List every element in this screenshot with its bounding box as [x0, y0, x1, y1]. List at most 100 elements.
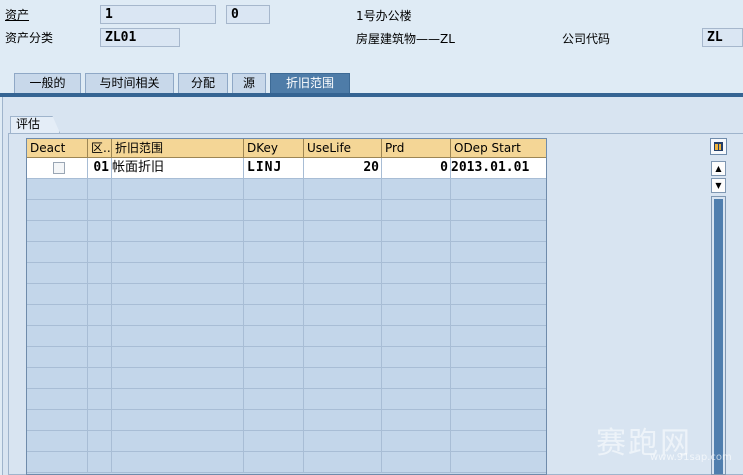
table-cell-empty[interactable] — [244, 179, 304, 200]
tab-depreciation-areas[interactable]: 折旧范围 — [270, 73, 350, 94]
table-cell-empty[interactable] — [244, 263, 304, 284]
table-cell-empty[interactable] — [382, 452, 451, 473]
table-cell-empty[interactable] — [451, 263, 546, 284]
table-cell-empty[interactable] — [304, 221, 382, 242]
table-cell-empty[interactable] — [382, 200, 451, 221]
table-row-empty[interactable] — [27, 347, 546, 368]
table-cell-empty[interactable] — [27, 263, 88, 284]
table-cell-empty[interactable] — [112, 410, 244, 431]
table-cell-empty[interactable] — [88, 326, 112, 347]
table-cell-empty[interactable] — [382, 305, 451, 326]
table-cell-empty[interactable] — [244, 431, 304, 452]
table-cell-empty[interactable] — [88, 179, 112, 200]
table-row[interactable]: 01 帐面折旧 LINJ 20 0 2013.01.01 — [27, 158, 546, 179]
table-cell-empty[interactable] — [382, 389, 451, 410]
table-cell-empty[interactable] — [244, 284, 304, 305]
table-cell-empty[interactable] — [112, 368, 244, 389]
table-cell-empty[interactable] — [244, 410, 304, 431]
table-row-empty[interactable] — [27, 179, 546, 200]
table-cell-empty[interactable] — [304, 347, 382, 368]
table-cell-empty[interactable] — [304, 326, 382, 347]
table-row-empty[interactable] — [27, 242, 546, 263]
table-row-empty[interactable] — [27, 410, 546, 431]
table-cell-empty[interactable] — [451, 410, 546, 431]
table-cell-empty[interactable] — [451, 242, 546, 263]
table-cell-empty[interactable] — [304, 179, 382, 200]
table-row-empty[interactable] — [27, 200, 546, 221]
table-cell-empty[interactable] — [112, 200, 244, 221]
table-cell-empty[interactable] — [244, 389, 304, 410]
table-cell-empty[interactable] — [304, 431, 382, 452]
table-row-empty[interactable] — [27, 221, 546, 242]
table-cell-empty[interactable] — [244, 326, 304, 347]
table-cell-empty[interactable] — [88, 389, 112, 410]
table-cell-empty[interactable] — [451, 284, 546, 305]
table-cell-empty[interactable] — [112, 452, 244, 473]
prd-cell[interactable]: 0 — [382, 158, 451, 179]
table-cell-empty[interactable] — [382, 284, 451, 305]
table-cell-empty[interactable] — [382, 242, 451, 263]
table-cell-empty[interactable] — [244, 305, 304, 326]
table-cell-empty[interactable] — [451, 221, 546, 242]
table-settings-button[interactable] — [710, 138, 727, 155]
vertical-scrollbar[interactable] — [711, 196, 726, 475]
table-cell-empty[interactable] — [244, 200, 304, 221]
table-cell-empty[interactable] — [304, 305, 382, 326]
table-cell-empty[interactable] — [382, 179, 451, 200]
table-cell-empty[interactable] — [112, 326, 244, 347]
table-cell-empty[interactable] — [451, 347, 546, 368]
table-cell-empty[interactable] — [88, 221, 112, 242]
table-cell-empty[interactable] — [451, 200, 546, 221]
table-cell-empty[interactable] — [382, 431, 451, 452]
table-cell-empty[interactable] — [304, 368, 382, 389]
table-cell-empty[interactable] — [382, 368, 451, 389]
column-header-area[interactable]: 区... — [88, 139, 112, 158]
table-cell-empty[interactable] — [244, 368, 304, 389]
table-cell-empty[interactable] — [88, 305, 112, 326]
table-cell-empty[interactable] — [304, 242, 382, 263]
table-cell-empty[interactable] — [27, 221, 88, 242]
table-cell-empty[interactable] — [112, 179, 244, 200]
column-header-prd[interactable]: Prd — [382, 139, 451, 158]
table-cell-empty[interactable] — [88, 242, 112, 263]
table-cell-empty[interactable] — [304, 284, 382, 305]
table-cell-empty[interactable] — [112, 284, 244, 305]
table-row-empty[interactable] — [27, 452, 546, 473]
tab-origin[interactable]: 源 — [232, 73, 266, 94]
odep-start-cell[interactable]: 2013.01.01 — [451, 158, 546, 179]
table-cell-empty[interactable] — [382, 410, 451, 431]
table-cell-empty[interactable] — [304, 410, 382, 431]
table-cell-empty[interactable] — [27, 347, 88, 368]
asset-subnumber-field[interactable]: 0 — [226, 5, 270, 24]
table-cell-empty[interactable] — [112, 305, 244, 326]
table-cell-empty[interactable] — [451, 368, 546, 389]
table-cell-empty[interactable] — [304, 389, 382, 410]
area-cell[interactable]: 01 — [88, 158, 112, 179]
area-name-cell[interactable]: 帐面折旧 — [112, 158, 244, 179]
column-header-dkey[interactable]: DKey — [244, 139, 304, 158]
scrollbar-thumb[interactable] — [714, 199, 723, 474]
asset-number-field[interactable]: 1 — [100, 5, 216, 24]
table-cell-empty[interactable] — [451, 179, 546, 200]
table-row-empty[interactable] — [27, 368, 546, 389]
dkey-cell[interactable]: LINJ — [244, 158, 304, 179]
table-cell-empty[interactable] — [112, 431, 244, 452]
table-cell-empty[interactable] — [112, 347, 244, 368]
table-row-empty[interactable] — [27, 431, 546, 452]
table-row-empty[interactable] — [27, 305, 546, 326]
table-cell-empty[interactable] — [27, 305, 88, 326]
column-header-deact[interactable]: Deact — [27, 139, 88, 158]
asset-class-field[interactable]: ZL01 — [100, 28, 180, 47]
tab-general[interactable]: 一般的 — [14, 73, 81, 94]
column-header-area-name[interactable]: 折旧范围 — [112, 139, 244, 158]
table-cell-empty[interactable] — [27, 431, 88, 452]
table-cell-empty[interactable] — [304, 452, 382, 473]
table-cell-empty[interactable] — [451, 305, 546, 326]
tab-time-dependent[interactable]: 与时间相关 — [85, 73, 174, 94]
table-cell-empty[interactable] — [112, 221, 244, 242]
table-cell-empty[interactable] — [451, 452, 546, 473]
table-cell-empty[interactable] — [382, 347, 451, 368]
table-cell-empty[interactable] — [88, 284, 112, 305]
table-cell-empty[interactable] — [304, 200, 382, 221]
table-cell-empty[interactable] — [27, 242, 88, 263]
